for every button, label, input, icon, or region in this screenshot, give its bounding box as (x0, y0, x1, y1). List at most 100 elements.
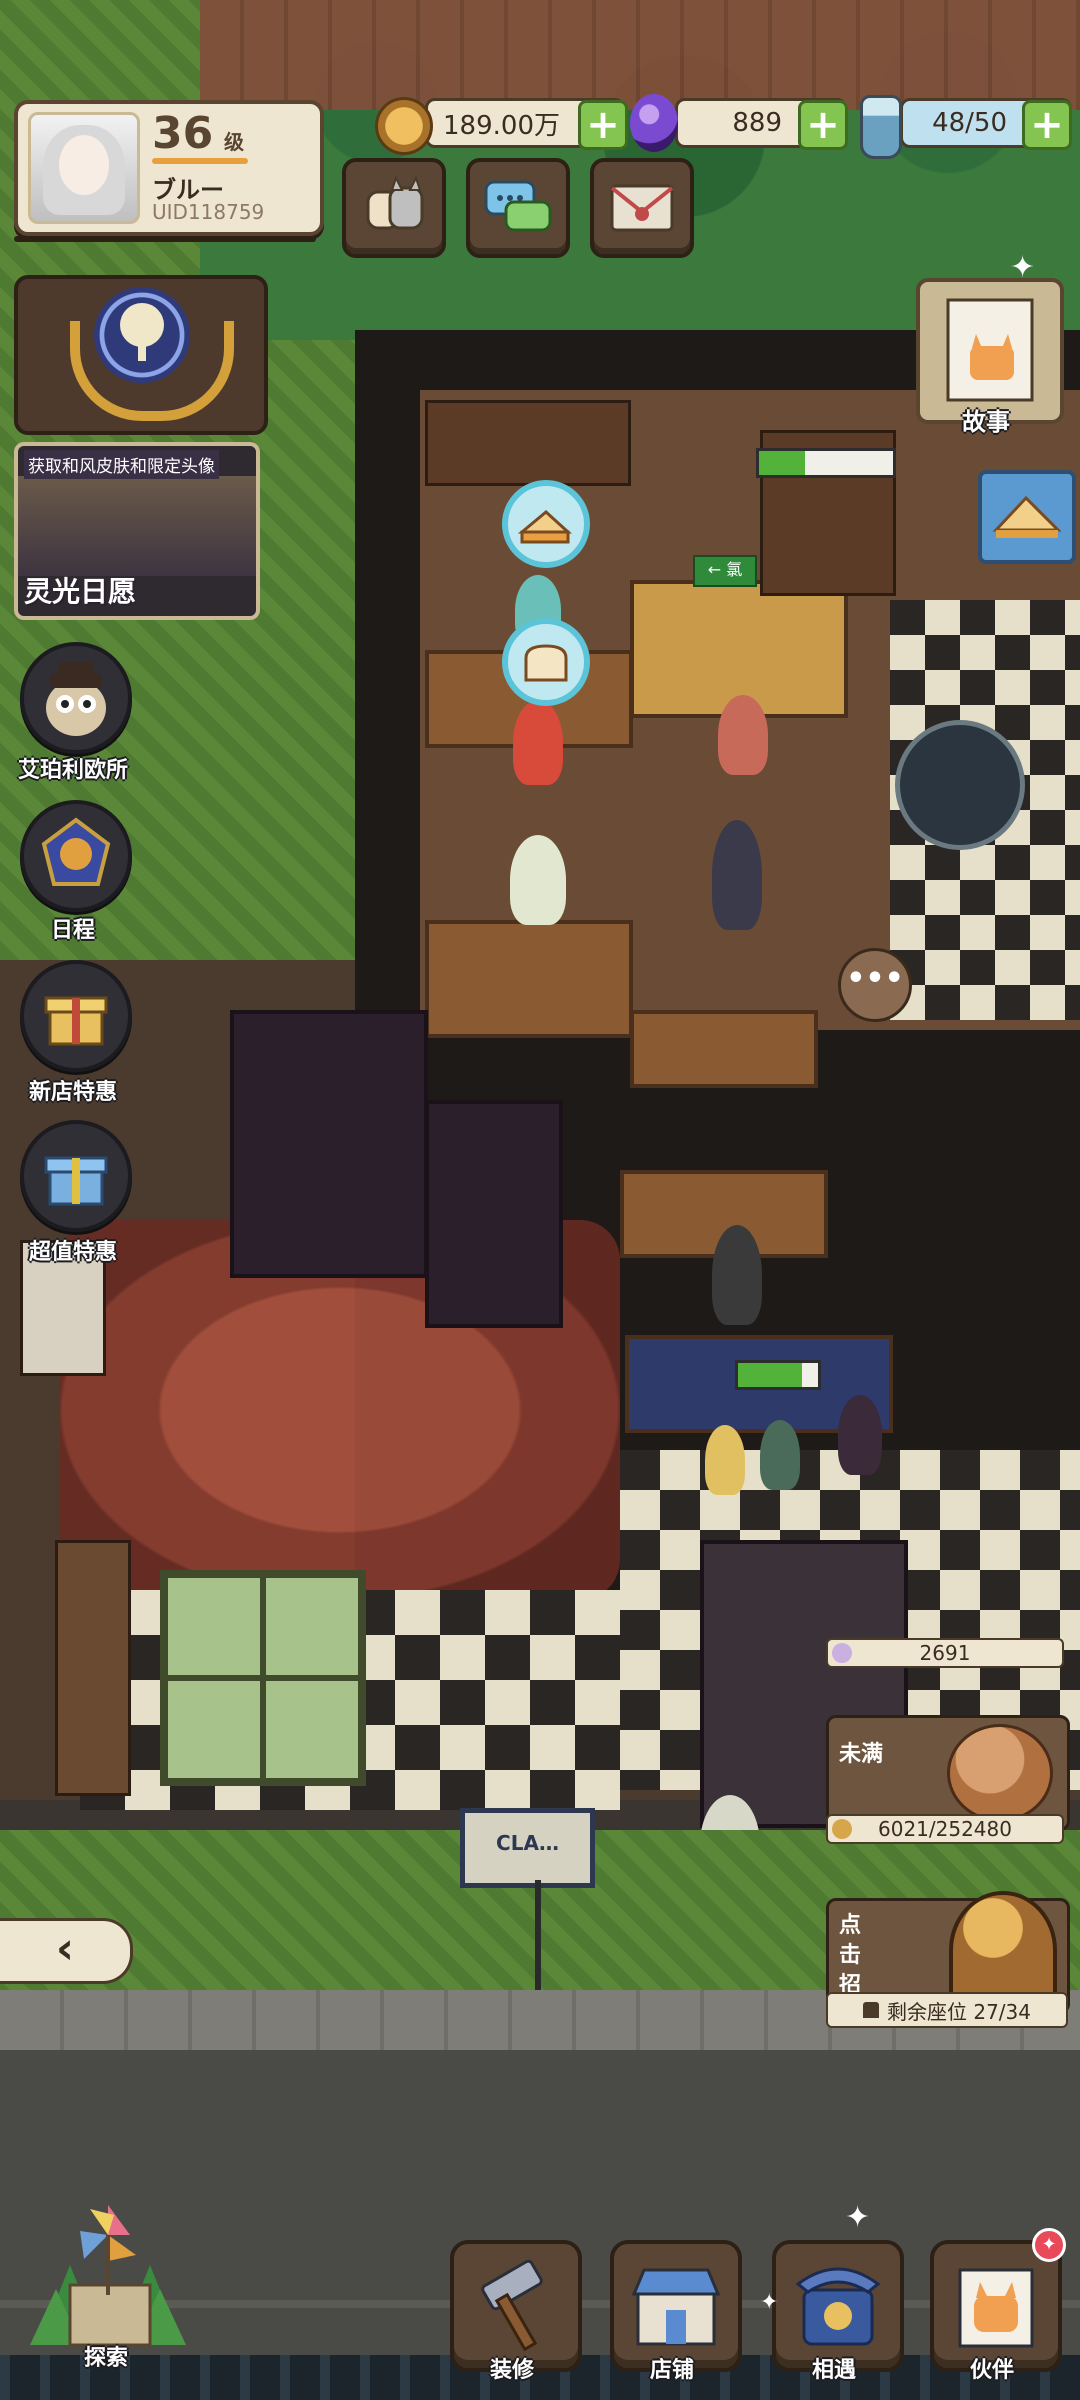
level-unit: 级 (224, 130, 244, 154)
coin-value: 189.00万 (443, 110, 560, 141)
add-gems-button[interactable]: + (798, 100, 848, 150)
event-preview-scene (18, 476, 256, 576)
explore-button[interactable] (10, 2165, 206, 2365)
side-menu-new-shop-deal[interactable] (20, 960, 132, 1072)
nav-label-explore: 探索 (83, 2346, 128, 2371)
cooking-progress-bar (756, 448, 896, 478)
serving-progress-fill (738, 1363, 802, 1387)
bread-slice-icon (524, 644, 568, 682)
chair-icon (863, 2002, 879, 2018)
more-options-bubble[interactable]: ••• (838, 948, 912, 1022)
add-coins-button[interactable]: + (578, 100, 628, 150)
piggy-progress-pill: 6021/252480 (826, 1814, 1064, 1844)
shop-signboard: CLA… (460, 1808, 595, 1888)
customer-green[interactable] (760, 1420, 800, 1490)
side-label-value-deal: 超值特惠 (28, 1240, 117, 1265)
gift-box-blue-icon (44, 1156, 108, 1206)
order-bubble-cake[interactable] (502, 480, 590, 568)
side-label-owl-office: 艾珀利欧所 (17, 758, 128, 783)
pastry-counter[interactable] (425, 920, 633, 1038)
order-ticket-sandwich[interactable] (978, 470, 1076, 564)
gothic-bookshelf (230, 1010, 428, 1278)
staff-cat-girl[interactable] (513, 700, 563, 785)
nav-label-renovate: 装修 (489, 2358, 534, 2383)
sparkle-decoration: ✦ (845, 2200, 871, 2235)
story-label: 故事 (962, 408, 1010, 436)
serving-progress-bar (735, 1360, 821, 1390)
flower-planter (55, 1540, 131, 1796)
tree-emblem-icon (94, 287, 190, 383)
nav-label-partner: 伙伴 (969, 2358, 1014, 2383)
remaining-seats-pill: 剩余座位 27/34 (826, 1992, 1068, 2028)
tea-counter[interactable] (630, 1010, 818, 1088)
gem-value: 889 (732, 108, 782, 138)
event-name: 灵光日愿 (24, 575, 137, 608)
cake-slice-icon (517, 510, 572, 544)
street-lamp-post (535, 1880, 541, 1990)
owl-detective-icon (46, 662, 106, 736)
exit-sign: ← 氯 (693, 555, 757, 587)
customer-brown-hair[interactable] (712, 820, 762, 930)
side-menu-schedule[interactable] (20, 800, 132, 912)
side-label-schedule: 日程 (50, 918, 95, 943)
level-underline (152, 158, 248, 164)
purple-egg-gem-icon (630, 94, 678, 152)
customer-dark[interactable] (838, 1395, 882, 1475)
pinwheel-map-icon (30, 2205, 186, 2347)
player-uid: UID118759 (152, 200, 265, 224)
coin-icon (375, 97, 433, 155)
player-avatar[interactable] (28, 112, 140, 224)
xp-bar (14, 236, 316, 242)
avatar-face (59, 135, 109, 195)
add-energy-button[interactable]: + (1022, 100, 1072, 150)
side-menu-owl-office[interactable] (20, 642, 132, 754)
customer-total-pill: 2691 (826, 1638, 1064, 1668)
piggy-coin-icon (832, 1819, 852, 1839)
storefront-icon (631, 2268, 721, 2346)
partner-notification-badge: ✦ (1032, 2228, 1066, 2262)
collapse-side-menu-button[interactable]: ‹ (0, 1918, 133, 1984)
nav-label-encounter: 相遇 (811, 2358, 856, 2383)
kitchen-shelf (425, 400, 631, 486)
crystal-orb[interactable] (895, 720, 1025, 850)
nav-label-shop: 店铺 (649, 2358, 694, 2383)
telephone-icon (795, 2267, 881, 2346)
player-profile-card[interactable]: 36 级 ブルー UID118759 (14, 100, 324, 236)
shop-window (160, 1570, 366, 1786)
mail-button[interactable] (590, 158, 694, 258)
energy-value: 48/50 (932, 108, 1007, 138)
sparkle-decoration: ✦ (760, 2290, 779, 2315)
cats-button[interactable] (342, 158, 446, 258)
staff-white-dragon[interactable] (510, 835, 566, 925)
customer-total-icon (832, 1643, 852, 1663)
piggy-bank-icon (947, 1724, 1053, 1822)
order-bubble-bread[interactable] (502, 618, 590, 706)
chat-button[interactable] (466, 158, 570, 258)
cat-portrait-icon (958, 2268, 1034, 2348)
customer-elder[interactable] (718, 695, 768, 775)
cooking-progress-fill (759, 451, 805, 475)
customer-seated[interactable] (712, 1225, 762, 1325)
event-subtitle: 获取和风皮肤和限定头像 (24, 450, 219, 479)
cat-book-icon (946, 298, 1034, 402)
achievement-badge-panel[interactable] (14, 275, 268, 435)
piggy-status-label: 未满 (839, 1742, 884, 1767)
potion-bottle-icon (860, 95, 902, 159)
schedule-badge-icon (41, 817, 111, 886)
side-menu-value-deal[interactable] (20, 1120, 132, 1232)
customer-total-value: 2691 (919, 1641, 971, 1665)
side-label-new-shop-deal: 新店特惠 (28, 1080, 117, 1105)
sparkle-decoration: ✦ (1010, 250, 1036, 285)
brick-wall (200, 0, 1080, 110)
mail-envelope-icon (610, 184, 674, 232)
piggy-progress-value: 6021/252480 (878, 1817, 1012, 1841)
event-banner[interactable]: 获取和风皮肤和限定头像 灵光日愿 (14, 442, 260, 620)
customer-blond[interactable] (705, 1425, 745, 1495)
player-level: 36 (152, 108, 214, 159)
cats-icon (366, 175, 424, 230)
gift-box-gold-icon (44, 996, 108, 1046)
signboard-text: CLA… (496, 1831, 559, 1855)
hammer-icon (481, 2259, 543, 2352)
chat-bubbles-icon (484, 180, 552, 232)
gothic-fireplace (425, 1100, 563, 1328)
